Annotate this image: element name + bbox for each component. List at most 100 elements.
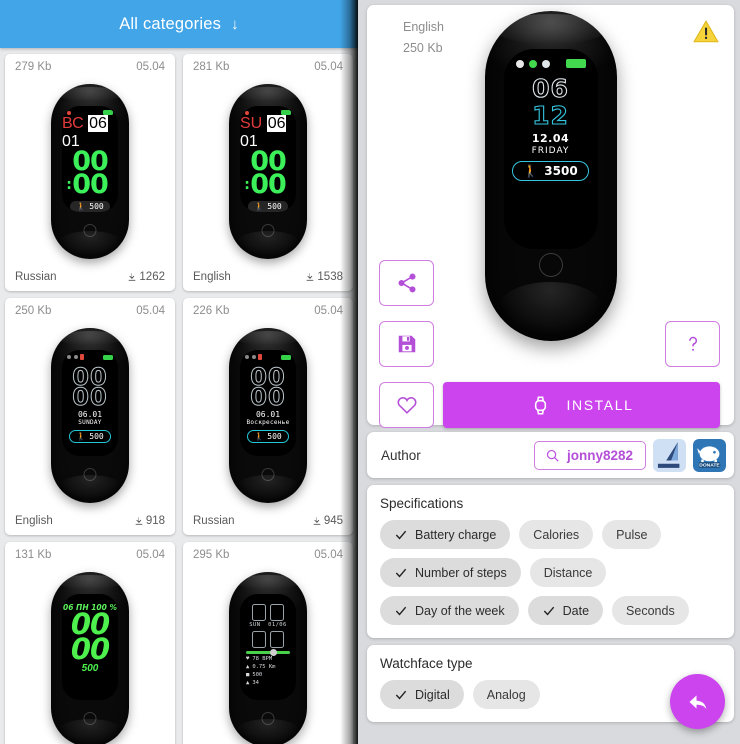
preview-language: English [403,20,444,34]
watchface-screen: 00 00 06.01 Воскресенье 🚶 500 [240,350,296,456]
file-size: 295 Kb [193,549,230,561]
all-categories-button[interactable]: All categories ↓ [0,0,358,48]
battery-icon [565,59,586,68]
distance-icon: ▲ [246,663,250,670]
upload-date: 05.04 [136,61,165,73]
watchface-card[interactable]: 226 Kb 05.04 00 00 06.01 Воскресенье 🚶 5… [183,298,353,535]
author-label: Author [381,447,421,463]
spec-chip-number-of-steps[interactable]: Number of steps [380,558,521,587]
spec-chip-pulse[interactable]: Pulse [602,520,662,549]
amazfit-badge-icon[interactable] [653,438,686,472]
catalog-panel: All categories ↓ 279 Kb 05.04 ВС 06 01 0… [0,0,358,744]
back-arrow-icon [689,695,706,709]
watch-preview: SUN 01/06 ♥ 78 BPM ▲ 0.75 Km ■ 500 ▲ 34 [183,564,353,744]
back-button-fab[interactable] [670,674,725,729]
steps-icon: ■ [246,671,250,678]
fire-icon: ▲ [246,679,250,686]
footsteps-icon: 🚶 [523,164,539,178]
steps-text: 500 [81,663,99,675]
specifications-card: Specifications Battery charge Calories P… [367,485,734,638]
date-text: 12.04 [531,132,570,145]
donate-piggy-bank-icon[interactable]: DONATE [693,438,726,472]
home-button [538,253,563,277]
card-bottom-meta: English 918 [5,515,175,535]
watchface-grid[interactable]: 279 Kb 05.04 ВС 06 01 00: 00 🚶 500 Russ… [0,48,358,744]
upload-date: 05.04 [136,305,165,317]
day-abbr: ВС [62,115,84,132]
save-button[interactable] [379,321,434,367]
watchface-card[interactable]: 250 Kb 05.04 00 00 06.01 SUNDAY 🚶 500 En… [5,298,175,535]
donate-text: DONATE [699,462,720,468]
spec-chip-label: Pulse [616,527,648,542]
steps-pill: 🚶 500 [248,200,288,212]
favorite-button[interactable] [379,382,434,428]
author-card: Author jonny8282 DONATE [367,432,734,478]
minute-digits: 00 [70,631,110,666]
warning-triangle-icon[interactable] [692,19,720,45]
screen-status-row [504,49,598,68]
alarm-icon [251,355,256,359]
type-chip-analog[interactable]: Analog [472,680,540,709]
spec-chip-label: Number of steps [415,565,507,580]
stat-pulse: ♥ 78 BPM [246,656,273,662]
download-icon [307,273,314,281]
phone-icon [515,59,524,68]
download-count: 1262 [127,271,165,283]
spec-chip-label: Date [562,603,590,618]
spec-chip-battery-charge[interactable]: Battery charge [380,520,511,549]
detail-panel: English 250 Kb 06 12 12.04 FRIDAY 🚶 3500… [358,0,740,744]
share-icon [397,273,416,293]
screen-status-row [62,350,118,360]
download-icon [313,517,321,525]
watchface-card[interactable]: 295 Kb 05.04 SUN 01/06 ♥ 78 BPM ▲ 0.75 K… [183,542,353,744]
hour-digits: 06 [532,74,569,103]
card-bottom-meta: Russian 945 [183,515,353,535]
install-label: INSTALL [566,397,634,413]
watchface-card[interactable]: 131 Kb 05.04 06 ПН 100 % 00 00 500 [5,542,175,744]
spec-chip-date[interactable]: Date [527,596,604,625]
upload-date: 05.04 [314,305,343,317]
author-search-button[interactable]: jonny8282 [533,440,646,470]
author-name: jonny8282 [566,447,633,463]
spec-chip-distance[interactable]: Distance [529,558,607,587]
bluetooth-icon [258,354,262,360]
file-size: 226 Kb [193,305,230,317]
upload-date: 05.04 [314,549,343,561]
specifications-title: Specifications [380,496,464,511]
watchface-screen: 06 ПН 100 % 00 00 500 [62,594,118,700]
home-button [261,712,275,725]
screen-status-row [240,106,296,115]
digit-box [270,604,284,621]
hour-boxes [252,604,284,621]
home-button [83,712,97,725]
install-button[interactable]: INSTALL [443,382,720,428]
download-icon [129,273,136,281]
battery-icon [281,354,291,360]
stats-list: ♥ 78 BPM ▲ 0.75 Km ■ 500 ▲ 34 [246,656,290,688]
help-button[interactable] [665,321,720,367]
watchface-card[interactable]: 279 Kb 05.04 ВС 06 01 00: 00 🚶 500 Russ… [5,54,175,291]
steps-pill: 🚶 3500 [512,161,589,181]
card-bottom-meta: English 1538 [183,271,353,291]
spec-chip-calories[interactable]: Calories [519,520,594,549]
download-count: 1538 [305,271,343,283]
share-button[interactable] [379,260,434,306]
steps-pill: 🚶 500 [69,429,111,443]
steps-pill: 🚶 500 [70,200,110,212]
check-icon [543,606,554,616]
type-chip-label: Digital [415,687,450,702]
type-chip-digital[interactable]: Digital [380,680,464,709]
screen-status-row [240,350,296,360]
minute-digits: :00 [66,168,109,200]
upload-date: 05.04 [314,61,343,73]
alarm-icon [528,59,537,68]
watchface-card[interactable]: 281 Kb 05.04 SU 06 01 00: 00 🚶 500 Engl… [183,54,353,291]
mi-band-body: 00 00 06.01 SUNDAY 🚶 500 [51,328,129,503]
spec-chip-seconds[interactable]: Seconds [612,596,689,625]
spec-chip-day-of-the-week[interactable]: Day of the week [380,596,519,625]
download-icon [135,517,143,525]
home-button [261,224,275,237]
card-top-meta: 131 Kb 05.04 [5,542,175,561]
date-day: 06 [88,115,108,132]
mi-band-body: SU 06 01 00 :00 🚶 500 [229,84,307,259]
